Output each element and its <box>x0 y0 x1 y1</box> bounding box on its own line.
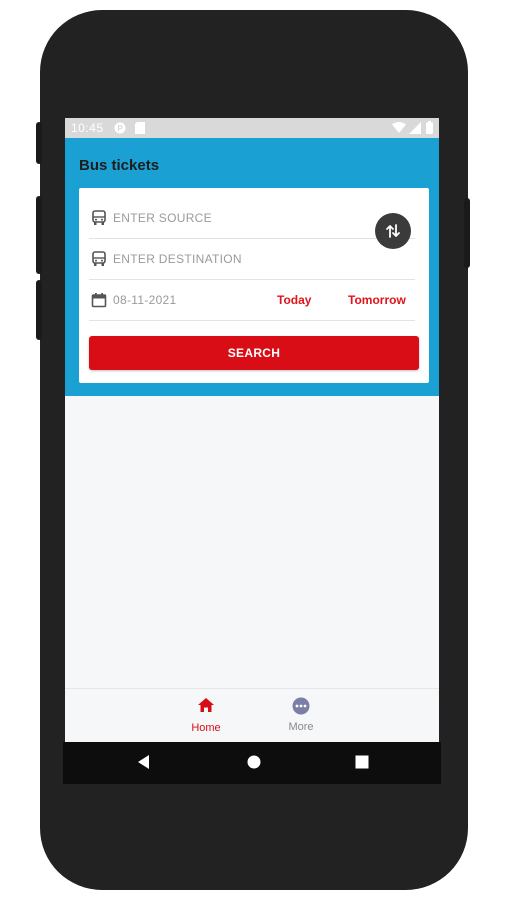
side-button-lower <box>36 280 42 340</box>
swap-button[interactable] <box>375 213 411 249</box>
battery-icon <box>426 121 433 134</box>
sd-card-icon <box>135 122 145 134</box>
page-title: Bus tickets <box>79 157 160 174</box>
date-field[interactable]: 08-11-2021 Today Tomorrow <box>89 280 415 321</box>
bus-icon <box>92 251 106 266</box>
source-placeholder: ENTER SOURCE <box>113 211 212 225</box>
status-bar: 10:45 P <box>65 118 439 138</box>
nav-label-more: More <box>288 721 314 733</box>
tomorrow-button[interactable]: Tomorrow <box>348 293 406 307</box>
app-notification-icon: P <box>114 122 126 134</box>
more-icon <box>292 697 310 715</box>
nav-label-home: Home <box>191 722 221 734</box>
app-screen: 10:45 P Bus tickets ENTER SOURCE ENTER D… <box>65 118 439 742</box>
wifi-icon <box>392 122 406 133</box>
side-button-top <box>36 122 42 164</box>
destination-field[interactable]: ENTER DESTINATION <box>89 239 415 280</box>
swap-arrows-icon <box>386 224 400 238</box>
nav-item-home[interactable]: Home <box>176 697 236 734</box>
svg-text:P: P <box>117 124 123 133</box>
home-circle-icon[interactable] <box>247 755 261 769</box>
nav-item-more[interactable]: More <box>271 697 331 733</box>
calendar-icon <box>91 293 107 308</box>
side-button-middle <box>36 196 42 274</box>
cell-signal-icon <box>409 122 421 134</box>
date-value: 08-11-2021 <box>113 293 177 307</box>
recents-icon[interactable] <box>355 755 369 769</box>
source-field[interactable]: ENTER SOURCE <box>89 198 415 239</box>
search-card: ENTER SOURCE ENTER DESTINATION 08-11-202… <box>79 188 429 383</box>
today-button[interactable]: Today <box>277 293 311 307</box>
search-button[interactable]: SEARCH <box>89 336 419 370</box>
status-time: 10:45 <box>71 121 104 135</box>
system-nav-bar <box>63 742 441 784</box>
bus-icon <box>92 210 106 225</box>
destination-placeholder: ENTER DESTINATION <box>113 252 242 266</box>
side-button-right <box>464 198 470 268</box>
back-icon[interactable] <box>138 755 150 769</box>
bottom-nav: Home More <box>65 688 439 742</box>
home-icon <box>198 698 214 712</box>
header: Bus tickets ENTER SOURCE ENTER DESTINATI… <box>65 138 439 396</box>
